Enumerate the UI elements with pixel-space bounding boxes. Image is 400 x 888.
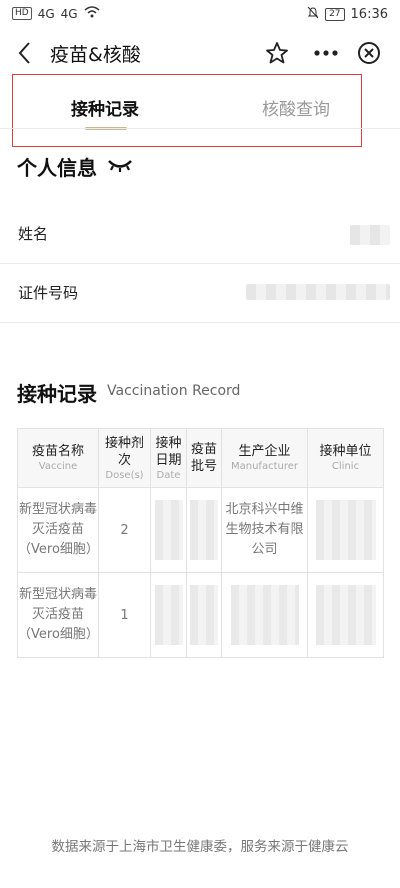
top-bar: 疫苗&核酸 — [0, 30, 400, 76]
id-value-masked — [246, 284, 390, 300]
id-label: 证件号码 — [18, 284, 79, 302]
clinic-cell — [307, 572, 384, 658]
col-dose: 接种剂次 Dose(s) — [98, 428, 151, 488]
divider — [0, 128, 400, 129]
manufacturer-cell — [221, 572, 308, 658]
dose-cell: 1 — [98, 572, 151, 658]
close-circle-icon — [358, 42, 380, 64]
tab-bar: 接种记录 核酸查询 — [12, 74, 362, 147]
hd-badge: HD — [12, 7, 32, 20]
hide-eye-toggle[interactable] — [106, 156, 134, 174]
dose-cell: 2 — [98, 487, 151, 573]
date-cell — [150, 572, 187, 658]
vaccination-record-subtitle: Vaccination Record — [107, 383, 241, 399]
page-title: 疫苗&核酸 — [50, 44, 141, 66]
col-date: 接种日期 Date — [150, 428, 187, 488]
eye-closed-icon — [108, 160, 132, 172]
table-row: 新型冠状病毒灭活疫苗（Vero细胞） 1 — [17, 572, 384, 658]
personal-info-title: 个人信息 — [17, 156, 97, 180]
vaccination-table: 疫苗名称 Vaccine 接种剂次 Dose(s) 接种日期 Date 疫苗批号 生产… — [17, 428, 384, 658]
col-batch: 疫苗批号 — [186, 428, 222, 488]
tab-vaccination-record[interactable]: 接种记录 — [71, 95, 139, 120]
table-row: 新型冠状病毒灭活疫苗（Vero细胞） 2 北京科兴中维生物技术有限公司 — [17, 487, 384, 573]
vaccine-name-cell: 新型冠状病毒灭活疫苗（Vero细胞） — [17, 487, 99, 573]
manufacturer-cell: 北京科兴中维生物技术有限公司 — [221, 487, 308, 573]
batch-cell — [186, 487, 222, 573]
tab-nucleic-acid-query[interactable]: 核酸查询 — [262, 95, 330, 120]
mute-icon — [307, 6, 319, 22]
date-cell — [150, 487, 187, 573]
clinic-cell — [307, 487, 384, 573]
clock: 16:36 — [350, 6, 388, 22]
col-manufacturer: 生产企业 Manufacturer — [221, 428, 308, 488]
more-button[interactable] — [312, 40, 340, 66]
name-value-masked — [350, 225, 390, 245]
signal-2: 4G — [60, 6, 78, 21]
col-clinic: 接种单位 Clinic — [307, 428, 384, 488]
status-bar: HD 4G 4G 27 16:36 — [0, 0, 400, 30]
signal-1: 4G — [37, 6, 55, 21]
vaccination-record-title: 接种记录 — [17, 382, 97, 406]
more-icon — [314, 50, 338, 56]
name-label: 姓名 — [18, 225, 49, 243]
star-icon — [266, 42, 288, 64]
wifi-icon — [84, 6, 100, 21]
favorite-button[interactable] — [264, 40, 290, 66]
col-vaccine: 疫苗名称 Vaccine — [17, 428, 99, 488]
chevron-left-icon — [18, 42, 30, 64]
data-source-footer: 数据来源于上海市卫生健康委，服务来源于健康云 — [51, 839, 349, 855]
id-row: 证件号码 — [0, 264, 400, 323]
name-row: 姓名 — [0, 205, 400, 264]
back-button[interactable] — [14, 40, 36, 66]
batch-cell — [186, 572, 222, 658]
battery-indicator: 27 — [325, 7, 345, 21]
vaccine-name-cell: 新型冠状病毒灭活疫苗（Vero细胞） — [17, 572, 99, 658]
close-button[interactable] — [356, 40, 382, 66]
table-header: 疫苗名称 Vaccine 接种剂次 Dose(s) 接种日期 Date 疫苗批号 生产… — [17, 428, 384, 488]
